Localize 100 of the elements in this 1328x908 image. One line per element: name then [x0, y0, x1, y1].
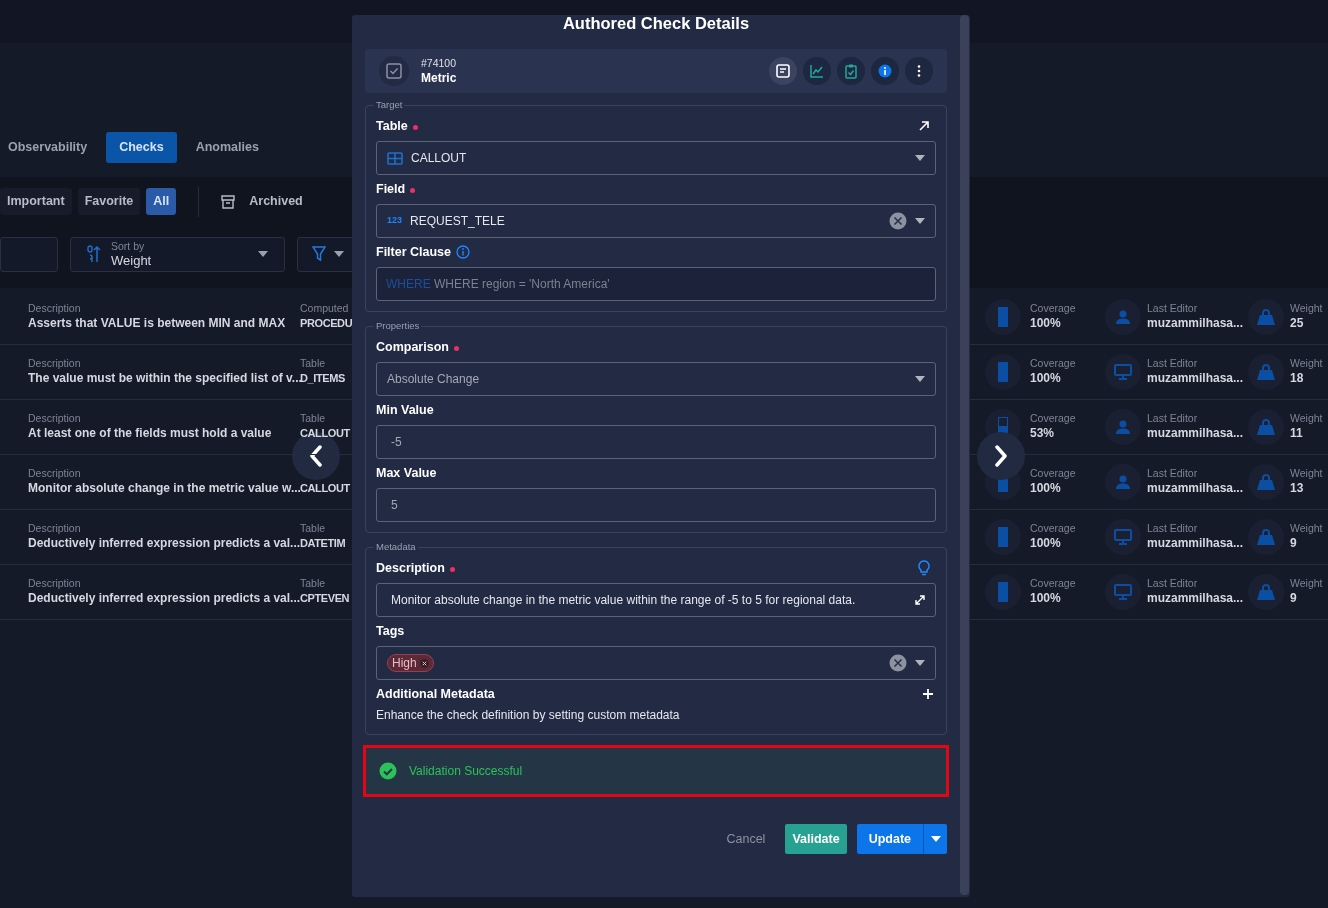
coverage-value: 100% — [1030, 590, 1062, 607]
archive-icon — [221, 194, 236, 209]
filter-tab[interactable]: Important — [0, 188, 72, 216]
field-label: Max Value — [376, 465, 437, 481]
weight-icon — [1257, 528, 1275, 545]
sort-value: Weight — [111, 252, 153, 269]
weight-icon — [1257, 308, 1275, 325]
number-field[interactable]: -5 — [376, 425, 936, 459]
select-field[interactable]: 123 REQUEST_TELE — [376, 204, 936, 238]
caret-icon — [915, 376, 925, 382]
editor-name: muzammilhasa... — [1147, 590, 1245, 607]
check-description: At least one of the fields must hold a value — [28, 425, 273, 442]
weight-icon — [1257, 473, 1275, 490]
section-legend: Target — [374, 99, 405, 111]
weight-icon — [1257, 363, 1275, 380]
cancel-button[interactable]: Cancel — [726, 829, 766, 849]
nav-tab[interactable]: Anomalies — [182, 132, 272, 163]
update-button[interactable]: Update — [856, 824, 923, 854]
field-label: Description — [28, 302, 82, 316]
nav-tab[interactable]: Checks — [106, 132, 177, 163]
field-label: Coverage — [1030, 522, 1077, 536]
sort-dropdown[interactable]: Sort by Weight — [70, 236, 285, 272]
caret-icon — [915, 155, 925, 161]
keyword-prefix: WHERE — [386, 276, 431, 292]
caret-icon — [930, 836, 941, 842]
field-label: Last Editor — [1147, 467, 1199, 481]
expand-icon — [915, 595, 925, 605]
field-label: Weight — [1290, 577, 1323, 591]
archived-button[interactable]: Archived — [221, 192, 303, 212]
chevron-left-icon — [309, 445, 323, 467]
plus-icon — [922, 688, 934, 700]
monitor-icon — [1114, 363, 1132, 380]
field-label: Last Editor — [1147, 412, 1199, 426]
weight-icon — [1257, 583, 1275, 600]
table-icon — [387, 151, 403, 165]
field-label: Table — [376, 118, 408, 134]
field-label: Description — [28, 412, 82, 426]
nav-tab[interactable]: Observability — [0, 132, 101, 163]
info-button[interactable] — [871, 57, 899, 85]
coverage-meter — [998, 526, 1008, 547]
editor-name: muzammilhasa... — [1147, 425, 1245, 442]
line-chart-icon — [809, 63, 825, 79]
editor-name: muzammilhasa... — [1147, 370, 1245, 387]
weight-value: 25 — [1290, 315, 1305, 332]
section-legend: Properties — [374, 320, 422, 332]
info-icon — [877, 63, 893, 79]
field-label: Table — [300, 357, 327, 371]
editor-name: muzammilhasa... — [1147, 480, 1245, 497]
user-icon — [1115, 474, 1131, 489]
weight-value: 18 — [1290, 370, 1305, 387]
more-button[interactable] — [905, 57, 933, 85]
table-name: DATETIM — [300, 536, 347, 552]
next-button[interactable] — [977, 432, 1025, 480]
external-link-icon — [918, 120, 930, 132]
scrollbar[interactable] — [960, 15, 969, 895]
filter-tab[interactable]: Favorite — [77, 188, 141, 216]
caret-icon — [334, 251, 344, 258]
check-description: Deductively inferred expression predicts a val... — [28, 535, 300, 552]
caret-icon — [915, 660, 925, 666]
clipboard-check-icon — [843, 63, 859, 79]
filter-tab[interactable]: All — [146, 188, 177, 216]
clipboard-check-button[interactable] — [837, 57, 865, 85]
field-label: Min Value — [376, 402, 434, 418]
table-name: CALLOUT — [300, 426, 349, 442]
number-field[interactable]: 5 — [376, 488, 936, 522]
line-chart-button[interactable] — [803, 57, 831, 85]
check-type: Metric — [421, 70, 458, 86]
description-field[interactable]: Monitor absolute change in the metric value within the range of -5 to 5 for regional data. — [376, 583, 936, 617]
field-label: Description — [28, 357, 82, 371]
type-label: 123 — [387, 214, 403, 228]
chevron-right-icon — [994, 445, 1008, 467]
select-field[interactable]: Absolute Change — [376, 362, 936, 396]
select-field[interactable]: CALLOUT — [376, 141, 936, 175]
tag-chip[interactable]: High — [387, 654, 434, 672]
field-label: Computed — [300, 302, 349, 316]
field-label: Coverage — [1030, 577, 1077, 591]
check-circle-icon — [379, 762, 397, 780]
weight-value: 11 — [1290, 425, 1304, 442]
field-label: Coverage — [1030, 467, 1077, 481]
funnel-icon — [312, 246, 326, 263]
editor-name: muzammilhasa... — [1147, 535, 1245, 552]
coverage-value: 100% — [1030, 480, 1062, 497]
clear-icon — [889, 212, 907, 230]
info-icon — [456, 245, 471, 259]
field-label: Last Editor — [1147, 522, 1199, 536]
search-field[interactable] — [0, 236, 58, 272]
dropdown-toggle-button[interactable] — [923, 824, 947, 854]
checkbox-icon — [386, 63, 402, 79]
remove-icon — [419, 658, 429, 668]
tags-field[interactable]: High — [376, 646, 936, 680]
note-button[interactable] — [769, 57, 797, 85]
check-description: Deductively inferred expression predicts a val... — [28, 590, 300, 607]
field-label: Description — [376, 560, 445, 576]
dialog-title: Authored Check Details — [561, 13, 751, 34]
weight-value: 9 — [1290, 535, 1298, 552]
field-label: Weight — [1290, 302, 1323, 316]
table-name: CALLOUT — [300, 481, 349, 497]
section-legend: Metadata — [374, 541, 418, 553]
weight-value: 13 — [1290, 480, 1305, 497]
check-description: Monitor absolute change in the metric value w... — [28, 480, 300, 497]
